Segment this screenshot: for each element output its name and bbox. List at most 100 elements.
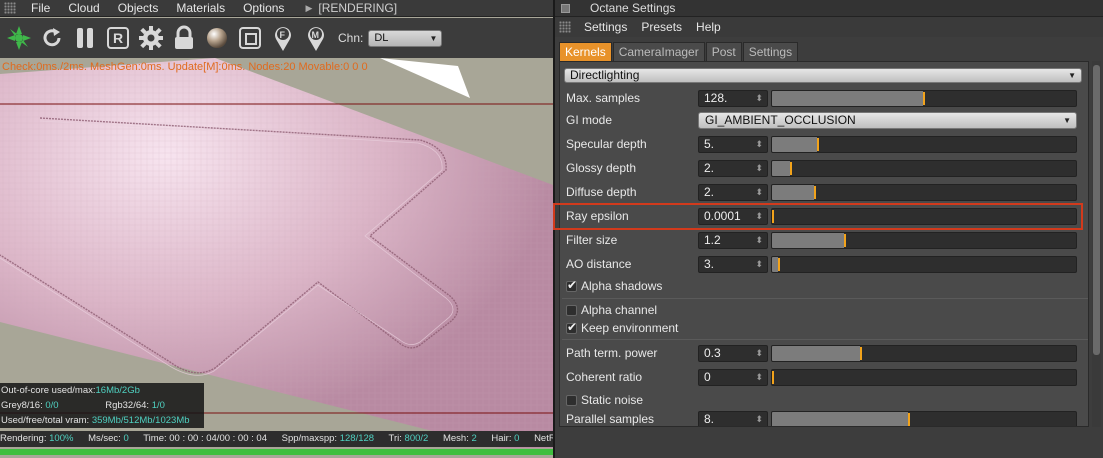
material-sphere-icon[interactable] <box>200 20 233 56</box>
slider-fill <box>772 346 860 361</box>
scrollbar-thumb[interactable] <box>1093 65 1100 355</box>
tab-settings[interactable]: Settings <box>742 42 799 61</box>
tab-kernels[interactable]: Kernels <box>559 42 612 61</box>
slider-knob[interactable] <box>772 371 774 384</box>
drag-grip-icon[interactable] <box>4 2 16 14</box>
kernel-type-select[interactable]: Directlighting ▼ <box>564 68 1082 83</box>
status-mssec-value: 0 <box>123 433 129 444</box>
window-menu-icon[interactable] <box>561 3 570 13</box>
slider-knob[interactable] <box>778 258 780 271</box>
lock-icon[interactable] <box>167 20 200 56</box>
chevron-down-icon: ▼ <box>429 33 438 43</box>
menu-overflow-arrow-icon[interactable]: ▶ <box>305 3 312 14</box>
stats-textures: Grey8/16: 0/0 Rgb32/64: 1/0 <box>0 398 204 413</box>
spinner-arrows-icon[interactable]: ⬍ <box>755 185 763 200</box>
menu-objects[interactable]: Objects <box>109 1 168 15</box>
spinner-arrows-icon[interactable]: ⬍ <box>755 137 763 152</box>
menu-options[interactable]: Options <box>234 1 293 15</box>
slider-knob[interactable] <box>908 413 910 426</box>
render-viewer: File Cloud Objects Materials Options ▶ [… <box>0 0 553 458</box>
gi-mode-value: GI_AMBIENT_OCCLUSION <box>705 113 856 127</box>
stats-vram-value: 359Mb/512Mb/1023Mb <box>91 415 190 426</box>
spinner-arrows-icon[interactable]: ⬍ <box>755 161 763 176</box>
slider-knob[interactable] <box>860 347 862 360</box>
slider-knob[interactable] <box>772 210 774 223</box>
tab-cameraimager[interactable]: CameraImager <box>612 42 705 61</box>
menu-file[interactable]: File <box>22 1 59 15</box>
param-glossy-depth: Glossy depth 2. ⬍ <box>560 160 1088 178</box>
param-value-spinner[interactable]: 2. ⬍ <box>698 184 768 201</box>
status-hair-value: 0 <box>514 433 520 444</box>
slider-knob[interactable] <box>817 138 819 151</box>
param-value-spinner[interactable]: 3. ⬍ <box>698 256 768 273</box>
refresh-icon[interactable] <box>35 20 68 56</box>
spinner-arrows-icon[interactable]: ⬍ <box>755 370 763 385</box>
param-gi-mode: GI mode GI_AMBIENT_OCCLUSION ▼ <box>560 112 1088 130</box>
param-slider[interactable] <box>771 345 1077 362</box>
checkbox-alpha-channel[interactable] <box>566 305 577 316</box>
pause-icon[interactable] <box>68 20 101 56</box>
param-slider[interactable] <box>771 232 1077 249</box>
tab-post[interactable]: Post <box>705 42 742 61</box>
param-label: GI mode <box>566 113 613 127</box>
slider-knob[interactable] <box>844 234 846 247</box>
param-value: 0 <box>704 370 711 384</box>
param-max-samples: Max. samples 128. ⬍ <box>560 90 1088 108</box>
param-slider[interactable] <box>771 208 1077 225</box>
spinner-arrows-icon[interactable]: ⬍ <box>755 346 763 361</box>
region-render-icon[interactable]: R <box>101 20 134 56</box>
material-picker-icon[interactable]: M <box>299 20 332 56</box>
settings-titlebar: Octane Settings <box>555 0 1103 17</box>
param-value-spinner[interactable]: 2. ⬍ <box>698 160 768 177</box>
checkbox-alpha-shadows[interactable] <box>566 278 577 292</box>
param-slider[interactable] <box>771 160 1077 177</box>
slider-knob[interactable] <box>923 92 925 105</box>
status-time-label: Time: <box>143 433 167 444</box>
param-slider[interactable] <box>771 90 1077 107</box>
spinner-arrows-icon[interactable]: ⬍ <box>755 209 763 224</box>
menu-materials[interactable]: Materials <box>167 1 234 15</box>
param-slider[interactable] <box>771 184 1077 201</box>
param-slider[interactable] <box>771 369 1077 386</box>
spinner-arrows-icon[interactable]: ⬍ <box>755 233 763 248</box>
render-statusbar: Rendering: 100% Ms/sec: 0 Time: 00 : 00 … <box>0 431 553 447</box>
octane-logo-icon[interactable] <box>2 20 35 56</box>
spinner-arrows-icon[interactable]: ⬍ <box>755 412 763 426</box>
status-tri-value: 800/2 <box>404 433 429 444</box>
focus-picker-icon[interactable]: F <box>266 20 299 56</box>
param-value-spinner[interactable]: 5. ⬍ <box>698 136 768 153</box>
param-ao-distance: AO distance 3. ⬍ <box>560 256 1088 274</box>
spinner-arrows-icon[interactable]: ⬍ <box>755 91 763 106</box>
param-slider[interactable] <box>771 136 1077 153</box>
param-slider[interactable] <box>771 411 1077 426</box>
stats-outofcore-value: 16Mb/2Gb <box>95 385 140 396</box>
param-value-spinner[interactable]: 0.3 ⬍ <box>698 345 768 362</box>
focus-frame-icon[interactable] <box>233 20 266 56</box>
settings-gear-icon[interactable] <box>134 20 167 56</box>
menu-settings[interactable]: Settings <box>577 20 634 34</box>
channel-select[interactable]: DL ▼ <box>368 29 443 47</box>
render-progress-bar <box>0 449 553 455</box>
gi-mode-select[interactable]: GI_AMBIENT_OCCLUSION ▼ <box>698 112 1077 129</box>
checkbox-static-noise[interactable] <box>566 395 577 406</box>
menu-help[interactable]: Help <box>689 20 728 34</box>
param-value: 0.3 <box>704 346 721 360</box>
slider-knob[interactable] <box>790 162 792 175</box>
spinner-arrows-icon[interactable]: ⬍ <box>755 257 763 272</box>
checkbox-keep-environment[interactable] <box>566 320 577 334</box>
drag-grip-icon[interactable] <box>559 21 571 33</box>
slider-knob[interactable] <box>814 186 816 199</box>
status-rendering-value: 100% <box>49 433 74 444</box>
param-value-spinner[interactable]: 0.0001 ⬍ <box>698 208 768 225</box>
settings-title: Octane Settings <box>590 1 676 15</box>
param-value-spinner[interactable]: 1.2 ⬍ <box>698 232 768 249</box>
param-slider[interactable] <box>771 256 1077 273</box>
param-value-spinner[interactable]: 0 ⬍ <box>698 369 768 386</box>
param-value-spinner[interactable]: 128. ⬍ <box>698 90 768 107</box>
stats-outofcore-label: Out-of-core used/max: <box>1 385 96 396</box>
param-value-spinner[interactable]: 8. ⬍ <box>698 411 768 426</box>
param-label: Specular depth <box>566 137 647 151</box>
menu-cloud[interactable]: Cloud <box>59 1 108 15</box>
menu-presets[interactable]: Presets <box>634 20 689 34</box>
panel-scrollbar[interactable] <box>1092 61 1101 427</box>
